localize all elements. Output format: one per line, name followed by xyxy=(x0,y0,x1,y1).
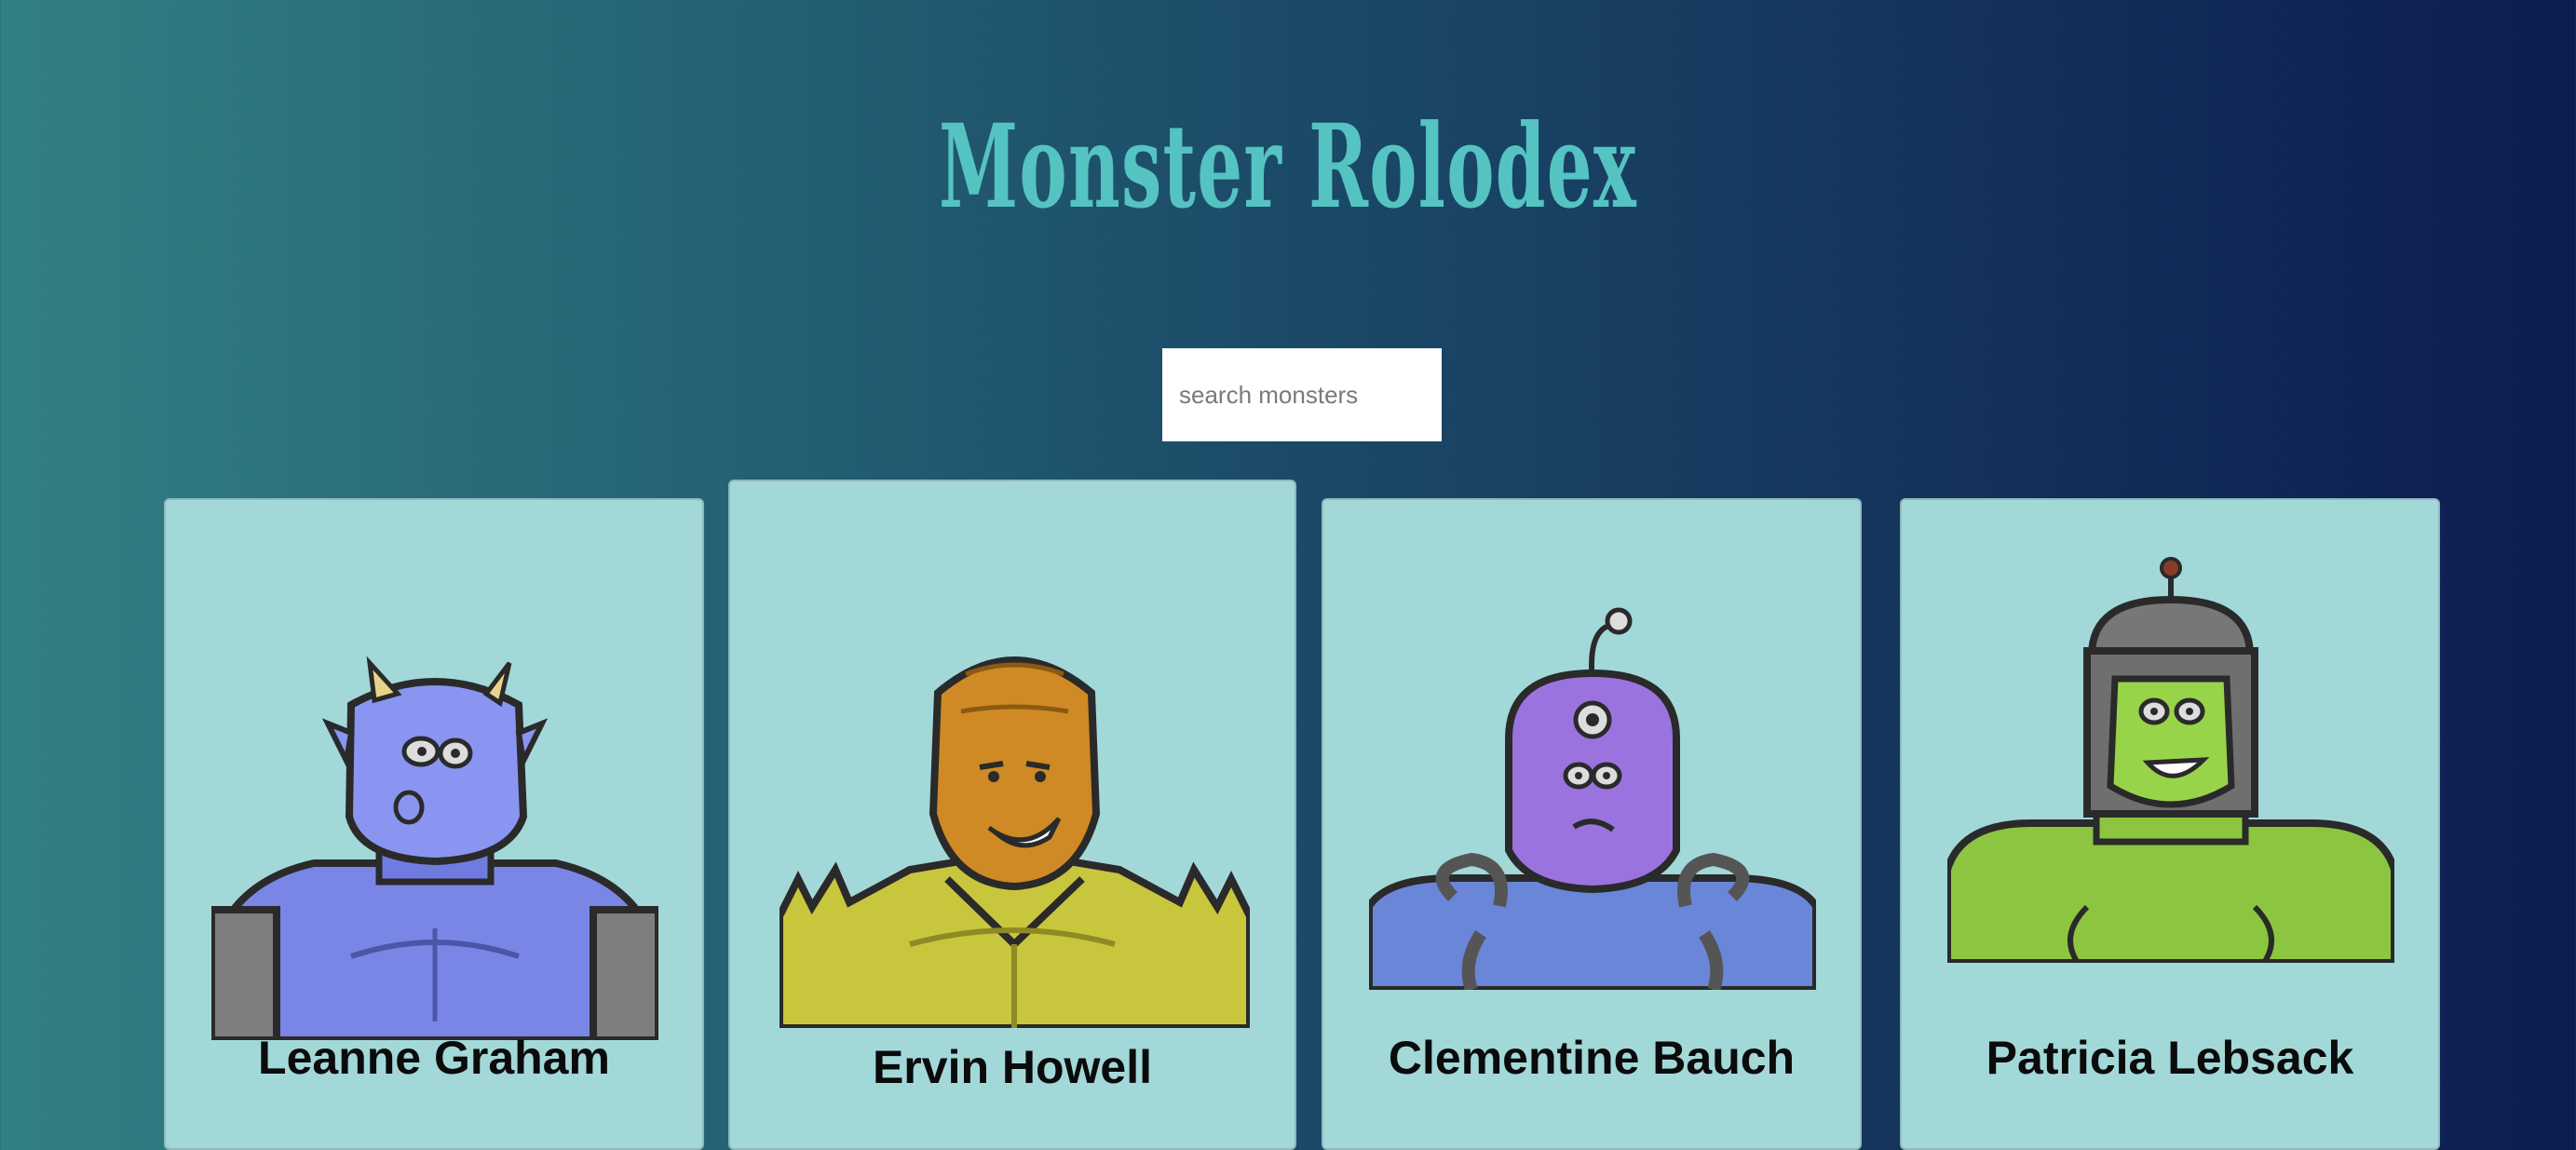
search-input[interactable] xyxy=(1162,348,1442,441)
monster-card[interactable]: Leanne Graham xyxy=(164,498,704,1150)
monster-name: Patricia Lebsack xyxy=(1986,1032,2354,1084)
monster-card[interactable]: Ervin Howell xyxy=(728,480,1296,1150)
monster-avatar-patricia-lebsack xyxy=(1947,557,2394,963)
monster-name: Ervin Howell xyxy=(872,1041,1153,1093)
monster-avatar-ervin-howell xyxy=(780,656,1250,1028)
monster-avatar-clementine-bauch xyxy=(1369,607,1816,990)
monster-card[interactable]: Clementine Bauch xyxy=(1322,498,1862,1150)
page-title: Monster Rolodex xyxy=(938,100,1638,235)
monster-name: Clementine Bauch xyxy=(1388,1032,1796,1084)
monster-name: Leanne Graham xyxy=(258,1032,610,1084)
monster-card[interactable]: Patricia Lebsack xyxy=(1900,498,2440,1150)
monster-avatar-leanne-graham xyxy=(211,656,658,1040)
